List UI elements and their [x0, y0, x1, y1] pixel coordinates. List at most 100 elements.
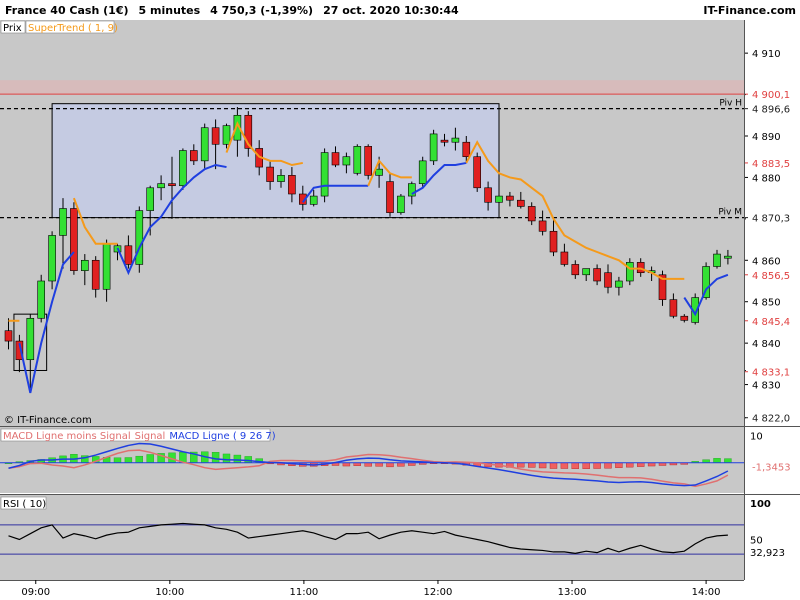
- candle-down: [506, 195, 514, 201]
- candle-down: [190, 150, 198, 162]
- candle-down: [593, 268, 601, 282]
- macd-histogram-bar: [560, 462, 569, 469]
- macd-histogram-bar: [549, 462, 558, 469]
- price-label: 4 870,3: [752, 214, 790, 225]
- price-tick-label: 4 830: [752, 381, 781, 392]
- macd-histogram-bar: [244, 456, 253, 463]
- header-interval: 5 minutes: [139, 4, 201, 17]
- candle-down: [473, 156, 482, 189]
- candle-up: [59, 208, 67, 236]
- candle-up: [375, 168, 383, 176]
- candle-down: [124, 245, 133, 265]
- candle-down: [168, 183, 176, 187]
- macd-histogram-bar: [386, 462, 394, 468]
- price-label: 4 822,0: [752, 414, 790, 425]
- candle-up: [26, 317, 35, 361]
- macd-legend-line: MACD Ligne ( 9 26 7): [169, 431, 275, 442]
- candle-down: [669, 299, 678, 317]
- macd-histogram-bar: [124, 457, 133, 463]
- candle-up: [353, 146, 362, 174]
- price-label: 4 856,5: [752, 271, 790, 282]
- macd-histogram-bar: [528, 462, 536, 468]
- pivot-label: Piv M: [718, 208, 742, 218]
- candle-up: [418, 160, 427, 184]
- candle-down: [560, 251, 569, 265]
- time-tick-label: 14:00: [692, 587, 721, 598]
- copyright: © IT-Finance.com: [4, 415, 92, 426]
- candle-down: [604, 272, 612, 288]
- time-tick-label: 11:00: [289, 587, 318, 598]
- candle-up: [48, 235, 56, 282]
- candle-up: [582, 268, 591, 276]
- candle-down: [516, 199, 525, 207]
- time-axis: [0, 580, 800, 600]
- candle-down: [484, 187, 492, 203]
- candle-up: [146, 187, 154, 211]
- macd-legend-minus: MACD Ligne moins Signal: [3, 431, 131, 442]
- candle-up: [495, 195, 503, 203]
- header-instrument: France 40 Cash (1€): [5, 4, 129, 17]
- candle-up: [222, 125, 231, 145]
- price-tick-label: 4 840: [752, 339, 781, 350]
- pivot-label: Piv H: [719, 99, 742, 109]
- candle-down: [364, 146, 373, 176]
- candle-up: [397, 195, 405, 213]
- macd-value-label: -1,3453: [752, 462, 791, 473]
- candle-up: [37, 280, 46, 319]
- rsi-tick-label: 100: [750, 499, 771, 510]
- candle-down: [91, 259, 100, 290]
- resistance-band: [0, 80, 744, 95]
- candle-down: [527, 206, 536, 222]
- candle-up: [407, 183, 416, 197]
- candle-down: [386, 181, 394, 213]
- macd-histogram-bar: [517, 462, 525, 468]
- header-line: France 40 Cash (1€) 5 minutes 4 750,3 (-1,…: [5, 4, 459, 17]
- macd-histogram-bar: [538, 462, 547, 469]
- time-tick-label: 10:00: [155, 587, 184, 598]
- rsi-panel: [0, 495, 744, 580]
- rsi-legend: RSI ( 10): [3, 499, 46, 510]
- candle-down: [211, 127, 220, 145]
- macd-histogram-bar: [713, 458, 721, 463]
- price-tick-label: 4 850: [752, 298, 781, 309]
- chart-canvas: Piv HPiv M 4 8224 8304 8404 8504 8604 87…: [0, 0, 800, 600]
- macd-histogram-bar: [364, 462, 372, 467]
- candle-up: [342, 156, 351, 166]
- macd-histogram-bar: [397, 462, 405, 467]
- macd-histogram-bar: [135, 455, 144, 463]
- header-site: IT-Finance.com: [703, 4, 796, 17]
- candle-down: [288, 175, 296, 195]
- macd-histogram-bar: [593, 462, 601, 469]
- macd-legend-signal: Signal: [135, 431, 166, 442]
- candle-down: [538, 220, 547, 232]
- macd-histogram-bar: [626, 462, 634, 468]
- price-tick-label: 4 880: [752, 173, 781, 184]
- price-tick-label: 4 860: [752, 256, 781, 267]
- rsi-tick-label: 50: [750, 536, 763, 547]
- candle-up: [157, 183, 165, 189]
- macd-histogram-bar: [146, 454, 154, 463]
- price-label: 4 845,4: [752, 317, 790, 328]
- candle-down: [331, 152, 340, 166]
- candle-up: [615, 280, 623, 288]
- macd-histogram-bar: [582, 462, 590, 470]
- candle-down: [440, 139, 449, 143]
- macd-histogram-bar: [211, 452, 220, 463]
- candle-up: [625, 262, 634, 282]
- macd-histogram-bar: [571, 462, 579, 470]
- candle-up: [81, 259, 89, 271]
- rsi-value-label: 32,923: [750, 548, 785, 559]
- candle-down: [462, 141, 471, 158]
- candle-up: [451, 137, 460, 143]
- candle-up: [277, 175, 285, 182]
- candle-down: [70, 208, 78, 271]
- macd-histogram-bar: [615, 462, 623, 468]
- macd-histogram-bar: [222, 453, 231, 463]
- macd-histogram-bar: [724, 458, 732, 463]
- candle-up: [724, 255, 732, 259]
- candle-down: [549, 230, 558, 253]
- price-tick-label: 4 910: [752, 49, 781, 60]
- macd-tick-label: 10: [750, 431, 763, 442]
- candle-up: [320, 152, 329, 197]
- time-tick-label: 09:00: [21, 587, 50, 598]
